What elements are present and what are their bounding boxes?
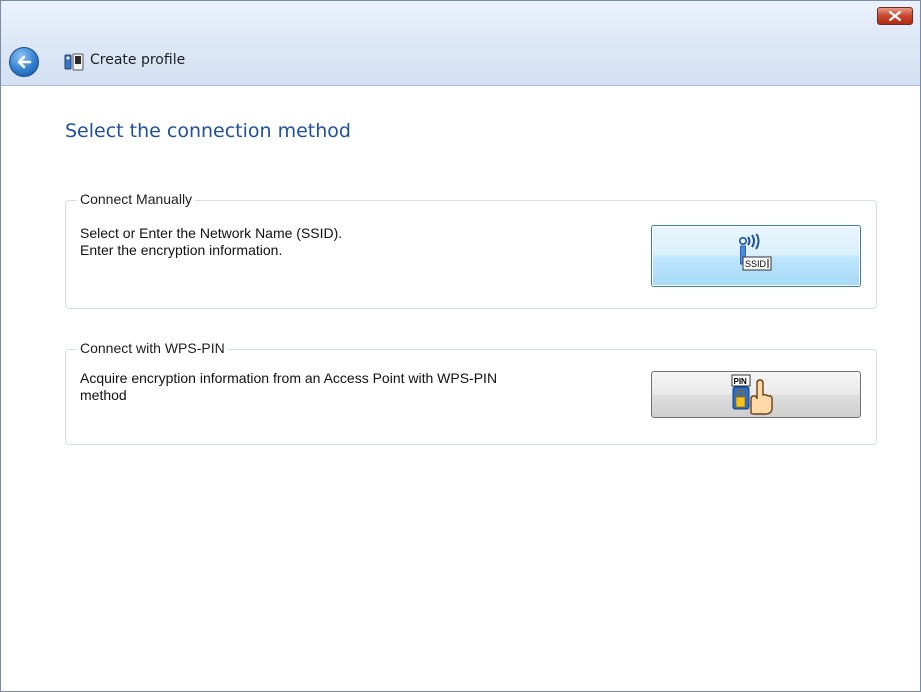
ssid-icon-text: SSID [745, 259, 767, 269]
connect-manually-button[interactable]: SSID [651, 225, 861, 287]
create-profile-window: Create profile Select the connection met… [0, 0, 921, 692]
page-heading: Select the connection method [65, 120, 351, 142]
wps-pin-icon: PIN [731, 374, 773, 415]
connect-manually-group: Connect Manually Select or Enter the Net… [65, 191, 877, 309]
group-description: Acquire encryption information from an A… [80, 370, 497, 404]
pin-icon-text: PIN [734, 377, 748, 386]
description-line: method [80, 387, 127, 403]
window-title: Create profile [90, 52, 186, 68]
description-line: Select or Enter the Network Name (SSID). [80, 225, 343, 241]
back-arrow-icon [17, 55, 32, 69]
group-description: Select or Enter the Network Name (SSID).… [80, 225, 342, 259]
description-line: Enter the encryption information. [80, 242, 283, 258]
connect-wps-pin-group: Connect with WPS-PIN Acquire encryption … [65, 340, 877, 445]
back-button[interactable] [9, 47, 39, 77]
group-legend: Connect Manually [77, 191, 196, 207]
title-bar: Create profile [1, 1, 920, 86]
connect-wps-pin-button[interactable]: PIN [651, 371, 861, 418]
profile-icon [64, 53, 84, 71]
close-icon [889, 11, 901, 21]
ssid-icon: SSID [739, 234, 772, 271]
group-legend: Connect with WPS-PIN [77, 340, 228, 356]
close-button[interactable] [877, 7, 913, 25]
description-line: Acquire encryption information from an A… [80, 370, 498, 386]
